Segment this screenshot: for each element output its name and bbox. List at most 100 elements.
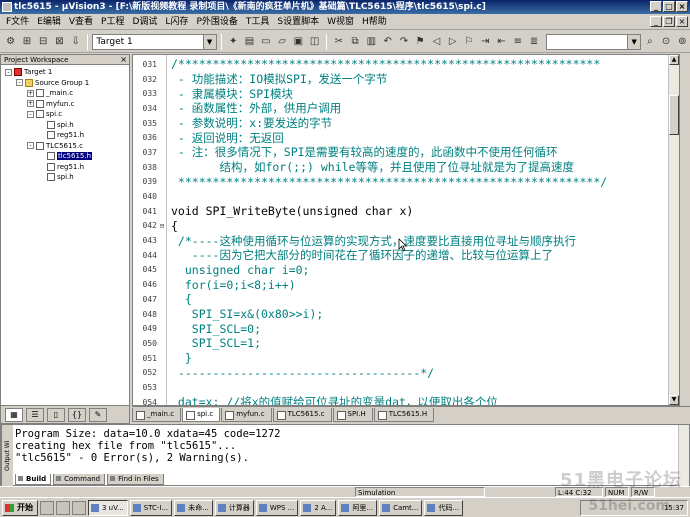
collapse-icon[interactable]: - bbox=[27, 110, 34, 118]
scroll-down-icon[interactable]: ▼ bbox=[669, 395, 679, 405]
copy-icon[interactable]: ⧉ bbox=[347, 34, 362, 50]
taskbar-button[interactable]: Camt... bbox=[379, 499, 423, 516]
menu-item[interactable]: P外围设备 bbox=[192, 15, 241, 29]
taskbar-button[interactable]: 3 uV... bbox=[88, 499, 128, 516]
translate-icon[interactable]: ⚙ bbox=[3, 34, 18, 50]
undo-icon[interactable]: ↶ bbox=[380, 34, 395, 50]
maximize-button[interactable]: □ bbox=[663, 1, 675, 12]
quicklaunch-icon[interactable] bbox=[72, 500, 86, 515]
files-tab-icon[interactable]: ▦ bbox=[5, 407, 23, 422]
paste-icon[interactable]: ▥ bbox=[364, 34, 379, 50]
quicklaunch-icon[interactable] bbox=[56, 500, 70, 515]
menu-item[interactable]: P工程 bbox=[97, 15, 128, 29]
save-icon[interactable]: ▣ bbox=[291, 34, 306, 50]
taskbar-button[interactable]: STC-I... bbox=[129, 499, 173, 516]
find-input[interactable]: ▼ bbox=[545, 33, 642, 50]
file-tab[interactable]: TLC5615.c bbox=[272, 407, 332, 422]
collapse-icon[interactable]: - bbox=[5, 68, 12, 76]
expand-icon[interactable]: + bbox=[27, 89, 34, 97]
target-options-icon[interactable]: ✦ bbox=[226, 34, 241, 50]
tree-item[interactable]: spi.h bbox=[5, 172, 129, 183]
taskbar-button[interactable]: 未命... bbox=[174, 499, 213, 516]
functions-tab-icon[interactable]: {} bbox=[68, 407, 86, 422]
file-tab[interactable]: myfun.c bbox=[221, 407, 272, 422]
chevron-down-icon[interactable]: ▼ bbox=[202, 34, 216, 49]
start-button[interactable]: 开始 bbox=[2, 499, 38, 516]
menu-item[interactable]: S设置脚本 bbox=[273, 15, 323, 29]
debug-icon[interactable]: ⊚ bbox=[675, 34, 690, 50]
code-editor[interactable]: 031 /************************************… bbox=[132, 54, 680, 406]
collapse-icon[interactable]: - bbox=[27, 142, 34, 150]
mdi-minimize-button[interactable]: _ bbox=[650, 16, 662, 27]
tree-item[interactable]: reg51.h bbox=[5, 130, 129, 141]
file-tab[interactable]: _main.c bbox=[132, 407, 182, 422]
tree-item[interactable]: + _main.c bbox=[5, 88, 129, 99]
uncomment-icon[interactable]: ≣ bbox=[526, 34, 541, 50]
menu-item[interactable]: E编辑 bbox=[33, 15, 65, 29]
taskbar-button[interactable]: 计算器 bbox=[214, 499, 254, 516]
open-file-icon[interactable]: ▱ bbox=[274, 34, 289, 50]
regs-tab-icon[interactable]: ☰ bbox=[26, 407, 44, 422]
output-tab[interactable]: Command bbox=[53, 473, 106, 485]
scroll-up-icon[interactable]: ▲ bbox=[669, 55, 679, 65]
bookmark-icon[interactable]: ⚑ bbox=[413, 34, 428, 50]
taskbar-button[interactable]: 代码... bbox=[424, 499, 464, 516]
menu-item[interactable]: D调试 bbox=[128, 15, 161, 29]
templates-tab-icon[interactable]: ✎ bbox=[89, 407, 107, 422]
comment-icon[interactable]: ≡ bbox=[510, 34, 525, 50]
editor-vertical-scrollbar[interactable]: ▲ ▼ bbox=[668, 55, 679, 405]
books-tab-icon[interactable]: ▯ bbox=[47, 407, 65, 422]
taskbar-button[interactable]: 阿里... bbox=[338, 499, 378, 516]
taskbar-button[interactable]: WPS ... bbox=[255, 499, 299, 516]
chevron-down-icon[interactable]: ▼ bbox=[627, 34, 641, 49]
collapse-icon[interactable]: - bbox=[16, 79, 23, 87]
menu-item[interactable]: V查看 bbox=[65, 15, 97, 29]
redo-icon[interactable]: ↷ bbox=[396, 34, 411, 50]
expand-icon[interactable]: + bbox=[27, 100, 34, 108]
tree-item[interactable]: tlc5615.h bbox=[5, 151, 129, 162]
tree-item[interactable]: reg51.h bbox=[5, 162, 129, 173]
file-tab[interactable]: spi.c bbox=[182, 407, 221, 422]
outdent-icon[interactable]: ⇤ bbox=[494, 34, 509, 50]
close-button[interactable]: × bbox=[676, 1, 688, 12]
rebuild-icon[interactable]: ⊟ bbox=[36, 34, 51, 50]
bookmark-next-icon[interactable]: ▷ bbox=[445, 34, 460, 50]
tree-item[interactable]: - Source Group 1 bbox=[5, 78, 129, 89]
mdi-close-button[interactable]: × bbox=[676, 16, 688, 27]
minimize-button[interactable]: _ bbox=[650, 1, 662, 12]
file-tab[interactable]: SPI.H bbox=[332, 407, 373, 422]
target-select[interactable]: Target 1 ▼ bbox=[92, 33, 217, 50]
mdi-restore-button[interactable]: ❐ bbox=[663, 16, 675, 27]
find-icon[interactable]: ⌕ bbox=[642, 34, 657, 50]
indent-icon[interactable]: ⇥ bbox=[478, 34, 493, 50]
output-tab[interactable]: Build bbox=[15, 473, 52, 485]
menu-item[interactable]: T工具 bbox=[242, 15, 274, 29]
quicklaunch-icon[interactable] bbox=[40, 500, 54, 515]
file-tab[interactable]: TLC5615.H bbox=[373, 407, 435, 422]
menu-item[interactable]: W视窗 bbox=[323, 15, 358, 29]
save-all-icon[interactable]: ◫ bbox=[307, 34, 322, 50]
tree-item[interactable]: - TLC5615.c bbox=[5, 141, 129, 152]
close-icon[interactable]: × bbox=[120, 55, 127, 65]
output-tab[interactable]: Find in Files bbox=[107, 473, 164, 485]
taskbar-button[interactable]: 2 A... bbox=[300, 499, 337, 516]
stop-build-icon[interactable]: ⊠ bbox=[52, 34, 67, 50]
menu-item[interactable]: L闪存 bbox=[161, 15, 192, 29]
fold-marker-icon[interactable]: ⊟ bbox=[157, 222, 167, 230]
build-icon[interactable]: ⊞ bbox=[19, 34, 34, 50]
components-icon[interactable]: ▤ bbox=[242, 34, 257, 50]
tree-item[interactable]: - spi.c bbox=[5, 109, 129, 120]
binoculars-icon[interactable]: ⊙ bbox=[658, 34, 673, 50]
scroll-thumb[interactable] bbox=[669, 95, 679, 135]
menu-item[interactable]: F文件 bbox=[2, 15, 33, 29]
cut-icon[interactable]: ✂ bbox=[331, 34, 346, 50]
bookmark-prev-icon[interactable]: ◁ bbox=[429, 34, 444, 50]
download-icon[interactable]: ⇩ bbox=[68, 34, 83, 50]
menu-item[interactable]: H帮助 bbox=[358, 15, 391, 29]
window-title-bar[interactable]: tlc5615 - µVision3 - [F:\新版视频教程 录制项目\《新南… bbox=[0, 0, 690, 14]
tree-item[interactable]: + myfun.c bbox=[5, 99, 129, 110]
tree-item[interactable]: - Target 1 bbox=[5, 67, 129, 78]
tree-item[interactable]: spi.h bbox=[5, 120, 129, 131]
bookmark-clear-icon[interactable]: ⚐ bbox=[461, 34, 476, 50]
new-file-icon[interactable]: ▭ bbox=[258, 34, 273, 50]
